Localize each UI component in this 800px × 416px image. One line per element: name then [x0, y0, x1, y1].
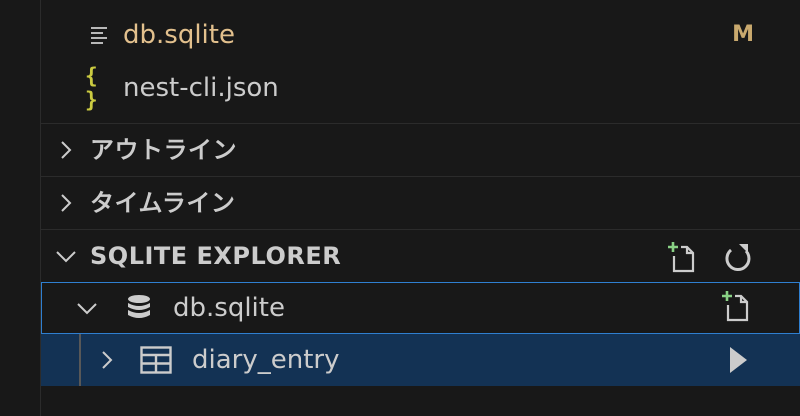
explorer-panel: db.sqlite M { } nest-cli.json アウトライン タイム…: [41, 0, 800, 416]
database-label: db.sqlite: [173, 293, 285, 323]
section-title: SQLITE EXPLORER: [90, 242, 342, 270]
chevron-down-icon: [77, 303, 97, 315]
tree-item-table[interactable]: diary_entry: [41, 334, 800, 386]
section-outline[interactable]: アウトライン: [41, 123, 800, 176]
section-title: タイムライン: [90, 189, 236, 217]
table-icon: [140, 346, 172, 374]
refresh-button[interactable]: [720, 239, 756, 275]
activity-bar-edge: [0, 0, 41, 416]
refresh-icon: [725, 244, 751, 271]
file-name: db.sqlite: [123, 20, 235, 50]
git-modified-badge: M: [732, 22, 754, 47]
new-query-button[interactable]: [664, 239, 700, 275]
file-item-nest-cli-json[interactable]: { } nest-cli.json: [41, 62, 800, 114]
play-icon: [730, 347, 747, 373]
new-file-icon: [668, 242, 695, 273]
chevron-down-icon: [56, 251, 76, 263]
tree-item-database[interactable]: db.sqlite: [41, 282, 800, 334]
indent-guide: [79, 334, 81, 386]
section-sqlite-explorer[interactable]: SQLITE EXPLORER: [41, 229, 800, 282]
chevron-right-icon: [61, 141, 72, 159]
show-table-button[interactable]: [720, 342, 756, 378]
braces-icon: { }: [85, 64, 99, 112]
database-icon: [128, 295, 150, 318]
chevron-right-icon: [61, 194, 72, 212]
file-item-db-sqlite[interactable]: db.sqlite M: [41, 9, 800, 61]
table-label: diary_entry: [192, 345, 340, 375]
text-file-icon: [85, 9, 115, 61]
new-file-icon: [722, 291, 749, 322]
new-query-button[interactable]: [718, 288, 754, 324]
section-title: アウトライン: [90, 136, 237, 164]
section-timeline[interactable]: タイムライン: [41, 176, 800, 229]
chevron-right-icon: [102, 351, 113, 369]
file-name: nest-cli.json: [123, 73, 279, 103]
